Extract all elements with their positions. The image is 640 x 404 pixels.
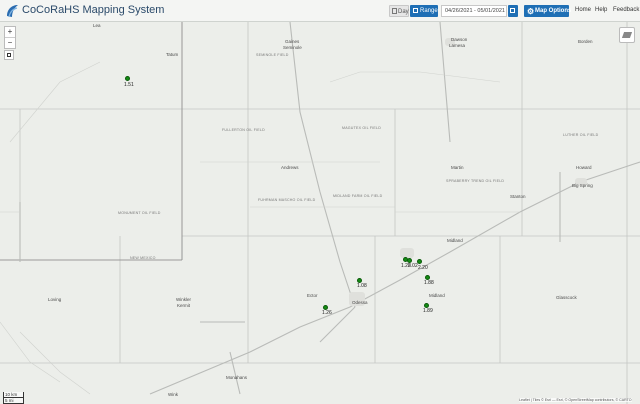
- observation-value: 2.02: [408, 263, 418, 269]
- range-button[interactable]: Range: [410, 5, 438, 17]
- top-bar: CoCoRaHS Mapping System Day Range 04/26/…: [0, 0, 640, 22]
- observation-value: 1.08: [357, 283, 367, 289]
- place-label: Lea: [93, 23, 101, 28]
- nav-home[interactable]: Home: [575, 7, 591, 13]
- place-label: Borden: [578, 39, 593, 44]
- nav-help[interactable]: Help: [595, 7, 607, 13]
- oil-field-label: LUTHER OIL FIELD: [563, 133, 599, 137]
- observation-value: 1.51: [124, 82, 134, 88]
- oil-field-label: MONUMENT OIL FIELD: [118, 211, 161, 215]
- date-picker-button[interactable]: [508, 5, 518, 17]
- date-range-input[interactable]: 04/26/2021 - 05/01/2021: [441, 5, 507, 17]
- observation-value: 1.88: [424, 280, 434, 286]
- place-label: Midland: [447, 238, 463, 243]
- oil-field-label: FUHRMAN MASCHO OIL FIELD: [258, 198, 316, 202]
- place-label: Wink: [168, 392, 178, 397]
- day-button-label: Day: [398, 9, 409, 15]
- place-label: Andrews: [281, 165, 299, 170]
- place-label: Winkler: [176, 297, 192, 302]
- zoom-in-button[interactable]: +: [5, 27, 15, 37]
- layers-button[interactable]: [619, 27, 635, 43]
- map-attribution: Leaflet | Tiles © Esri — Esri, © OpenStr…: [519, 398, 632, 402]
- oil-field-label: MIDLAND FARM OIL FIELD: [333, 194, 383, 198]
- place-label: Gaines: [285, 39, 300, 44]
- place-label: Monahans: [226, 375, 248, 380]
- place-label: Big Spring: [572, 183, 593, 188]
- oil-field-label: MAGUTEX OIL FIELD: [342, 126, 382, 130]
- layers-icon: [621, 32, 633, 38]
- place-label: Seminole: [283, 45, 302, 50]
- oil-field-label: SPRABERRY TREND OIL FIELD: [446, 179, 505, 183]
- place-label: Glasscock: [556, 295, 577, 300]
- nav-feedback[interactable]: Feedback: [613, 7, 639, 13]
- oil-field-label: SEMINOLE FIELD: [256, 53, 289, 57]
- observation-marker[interactable]: [417, 259, 422, 264]
- day-button[interactable]: Day: [389, 5, 409, 17]
- observation-marker[interactable]: [125, 76, 130, 81]
- calendar-range-icon: [413, 8, 418, 13]
- observation-value: 1.26: [322, 310, 332, 316]
- basemap: [0, 22, 640, 404]
- map-options-label: Map Options: [535, 8, 572, 14]
- place-label: Howard: [576, 165, 592, 170]
- state-label: NEW MEXICO: [130, 256, 156, 260]
- fullscreen-button[interactable]: [4, 50, 14, 60]
- map-canvas[interactable]: Gaines Seminole Dawson Lamesa Borden And…: [0, 22, 640, 404]
- place-label: Dawson: [451, 37, 468, 42]
- observation-value: 2.20: [418, 265, 428, 271]
- scale-mi: 5 mi: [3, 398, 24, 404]
- zoom-control: + −: [4, 26, 16, 49]
- place-label: Kermit: [177, 303, 191, 308]
- place-label: Loving: [48, 297, 62, 302]
- place-label: Tatum: [166, 52, 179, 57]
- place-label: Odessa: [352, 300, 368, 305]
- place-label: Ector: [307, 293, 318, 298]
- map-options-button[interactable]: ⚙ Map Options: [524, 5, 572, 17]
- fullscreen-icon: [7, 53, 11, 57]
- app-title: CoCoRaHS Mapping System: [22, 4, 165, 16]
- calendar-icon: [392, 8, 397, 14]
- place-label: Lamesa: [449, 43, 466, 48]
- place-label: Stanton: [510, 194, 526, 199]
- scale-bar: 10 km 5 mi: [3, 392, 24, 404]
- place-label: Martin: [451, 165, 464, 170]
- gear-icon: ⚙: [527, 7, 535, 16]
- range-button-label: Range: [420, 8, 438, 14]
- calendar-icon: [510, 8, 515, 13]
- cocorahs-logo-icon: [7, 5, 18, 18]
- zoom-out-button[interactable]: −: [5, 37, 15, 48]
- place-label: Midland: [429, 293, 445, 298]
- oil-field-label: FULLERTON OIL FIELD: [222, 128, 265, 132]
- observation-value: 1.89: [423, 308, 433, 314]
